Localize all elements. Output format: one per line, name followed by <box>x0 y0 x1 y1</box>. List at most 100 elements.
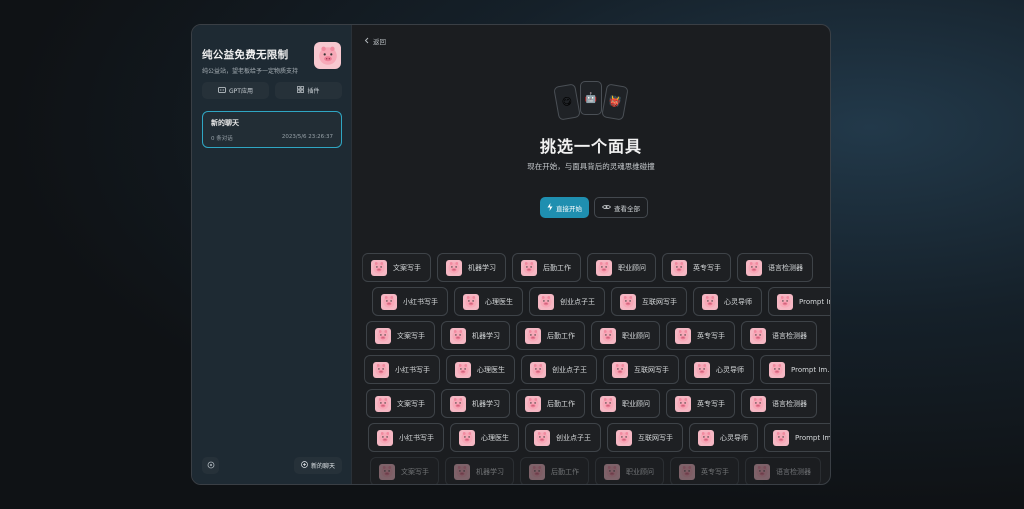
mask-chip[interactable]: 小红书写手 <box>364 355 440 384</box>
pig-icon <box>596 259 612 276</box>
mask-chip[interactable]: 语言检测器 <box>741 321 817 350</box>
mask-chip[interactable]: 英专写手 <box>662 253 731 282</box>
mask-chip[interactable]: 职业顾问 <box>595 457 664 484</box>
back-label: 返回 <box>373 38 386 46</box>
mask-chip[interactable]: 互联网写手 <box>607 423 683 452</box>
mask-chip[interactable]: 语言检测器 <box>737 253 813 282</box>
mask-chip-label: 小红书写手 <box>395 365 430 374</box>
mask-chip-label: 创业点子王 <box>560 297 595 306</box>
pig-icon <box>381 293 397 310</box>
mask-chip-label: 机器学习 <box>476 467 504 476</box>
pig-icon <box>373 361 389 378</box>
fade-overlay <box>352 245 366 484</box>
pig-icon <box>616 429 632 446</box>
pig-icon <box>671 259 687 276</box>
mask-chip-label: 职业顾问 <box>626 467 654 476</box>
mask-chip[interactable]: 心灵导师 <box>689 423 758 452</box>
mask-row: 文案写手 机器学习 后勤工作 职业顾问 英专写手 语言检测器 <box>366 321 817 351</box>
mask-chip-label: 创业点子王 <box>552 365 587 374</box>
mask-grid: 文案写手 机器学习 后勤工作 职业顾问 英专写手 语言检测器 小红书写手 心理医生 创业点子王… <box>352 253 830 484</box>
page-title: 挑选一个面具 <box>539 137 642 156</box>
mask-chip[interactable]: 职业顾问 <box>591 389 660 418</box>
gpt-apps-button[interactable]: GPT应用 <box>202 82 269 99</box>
mask-chip-label: 职业顾问 <box>618 263 646 272</box>
chat-count: 0 条对话 <box>211 136 233 142</box>
mask-chip[interactable]: 创业点子王 <box>521 355 597 384</box>
mask-chip[interactable]: 心灵导师 <box>693 287 762 316</box>
mask-chip[interactable]: 小红书写手 <box>368 423 444 452</box>
mask-chip-label: 职业顾问 <box>622 399 650 408</box>
view-all-label: 查看全部 <box>614 204 640 213</box>
mask-chip[interactable]: 英专写手 <box>666 321 735 350</box>
mask-chip[interactable]: 文案写手 <box>366 389 435 418</box>
plugins-button[interactable]: 插件 <box>275 82 342 99</box>
mask-chip-label: 互联网写手 <box>634 365 669 374</box>
mask-chip-label: 后勤工作 <box>547 399 575 408</box>
mask-chip[interactable]: 心理医生 <box>450 423 519 452</box>
mask-chip[interactable]: 机器学习 <box>441 389 510 418</box>
mask-chip[interactable]: 文案写手 <box>370 457 439 484</box>
mask-chip[interactable]: 创业点子王 <box>525 423 601 452</box>
mask-chip-label: 语言检测器 <box>768 263 803 272</box>
mask-chip-label: 语言检测器 <box>772 331 807 340</box>
mask-chip[interactable]: 后勤工作 <box>516 389 585 418</box>
pig-icon <box>525 327 541 344</box>
pig-icon <box>450 395 466 412</box>
back-button[interactable]: 返回 <box>364 36 386 46</box>
start-label: 直接开始 <box>556 204 582 213</box>
mask-chip[interactable]: 机器学习 <box>437 253 506 282</box>
mask-card-3: 👹 <box>601 83 629 121</box>
mask-page: 返回 😋 🤖 👹 挑选一个面具 现在开始，与面具背后的灵魂思维碰撞 直接开始 查… <box>352 25 830 484</box>
pig-icon <box>773 429 789 446</box>
mask-chip-label: 语言检测器 <box>776 467 811 476</box>
mask-chip[interactable]: 后勤工作 <box>512 253 581 282</box>
mask-chip[interactable]: Prompt Im... <box>768 287 830 316</box>
mask-chip[interactable]: 互联网写手 <box>611 287 687 316</box>
pig-icon <box>750 395 766 412</box>
mask-chip[interactable]: 创业点子王 <box>529 287 605 316</box>
pig-icon <box>450 327 466 344</box>
pig-icon <box>675 395 691 412</box>
mask-chip[interactable]: 机器学习 <box>441 321 510 350</box>
mask-chip-label: 后勤工作 <box>547 331 575 340</box>
gear-icon <box>207 461 215 471</box>
mask-chip-label: Prompt Im... <box>799 297 830 306</box>
start-button[interactable]: 直接开始 <box>540 197 589 218</box>
chat-item[interactable]: 新的聊天 0 条对话 2023/5/6 23:26:37 <box>202 111 342 148</box>
mask-chip[interactable]: 职业顾问 <box>591 321 660 350</box>
mask-chip[interactable]: 心理医生 <box>454 287 523 316</box>
pig-icon <box>777 293 793 310</box>
view-all-button[interactable]: 查看全部 <box>594 197 648 218</box>
mask-chip[interactable]: 后勤工作 <box>516 321 585 350</box>
pig-icon <box>612 361 628 378</box>
chevron-left-icon <box>364 37 369 46</box>
app-window: 纯公益免费无限制 纯公益站，望老板给予一定物质支持 GPT应用 插件 新的聊天 … <box>191 24 831 485</box>
mask-chip[interactable]: 小红书写手 <box>372 287 448 316</box>
mask-chip[interactable]: 职业顾问 <box>587 253 656 282</box>
mask-chip[interactable]: 语言检测器 <box>745 457 821 484</box>
new-chat-button[interactable]: 新的聊天 <box>293 457 342 474</box>
mask-chip[interactable]: Prompt Im... <box>764 423 830 452</box>
mask-chip[interactable]: 文案写手 <box>362 253 431 282</box>
mask-chip[interactable]: 心灵导师 <box>685 355 754 384</box>
mask-chip[interactable]: 英专写手 <box>666 389 735 418</box>
grid-icon <box>297 86 305 95</box>
mask-chip[interactable]: 互联网写手 <box>603 355 679 384</box>
settings-button[interactable] <box>202 457 219 474</box>
pig-icon <box>377 429 393 446</box>
mask-chip[interactable]: Prompt Im... <box>760 355 830 384</box>
pig-icon <box>534 429 550 446</box>
mask-chip[interactable]: 机器学习 <box>445 457 514 484</box>
pig-icon <box>521 259 537 276</box>
pig-icon <box>379 463 395 480</box>
lightning-icon <box>547 202 553 213</box>
mask-chip[interactable]: 心理医生 <box>446 355 515 384</box>
mask-chip[interactable]: 后勤工作 <box>520 457 589 484</box>
mask-chip-label: 英专写手 <box>693 263 721 272</box>
mask-chip[interactable]: 文案写手 <box>366 321 435 350</box>
mask-chip[interactable]: 英专写手 <box>670 457 739 484</box>
mask-chip-label: 文案写手 <box>393 263 421 272</box>
sidebar: 纯公益免费无限制 纯公益站，望老板给予一定物质支持 GPT应用 插件 新的聊天 … <box>192 25 352 484</box>
pig-icon <box>769 361 785 378</box>
mask-chip[interactable]: 语言检测器 <box>741 389 817 418</box>
